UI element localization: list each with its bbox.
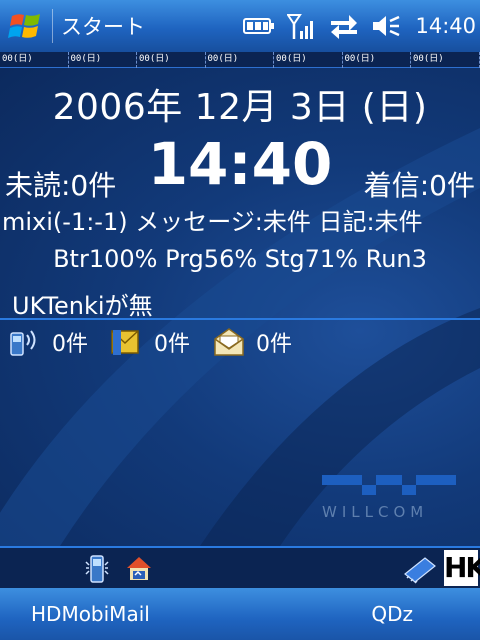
- willcom-logo-text: WILLCOM: [322, 503, 429, 521]
- status-clock[interactable]: 14:40: [415, 14, 476, 38]
- signal-strength-icon[interactable]: [287, 12, 317, 40]
- mms-item[interactable]: 0件: [110, 326, 190, 358]
- mms-icon: [111, 330, 139, 355]
- date-strip-cell: 00(日): [274, 52, 343, 68]
- missed-calls-item[interactable]: 0件: [8, 326, 88, 358]
- incoming-calls-count[interactable]: 着信:0件: [364, 164, 475, 204]
- section-divider: [0, 318, 480, 320]
- date-strip-cell: 00(日): [69, 52, 137, 68]
- date-strip-cell: 00(日): [0, 52, 69, 68]
- date-strip: 00(日) 00(日) 00(日) 00(日) 00(日) 00(日) 00(日…: [0, 52, 480, 68]
- window-title: スタート: [61, 15, 145, 39]
- status-icons: 14:40: [243, 0, 476, 52]
- battery-icon[interactable]: [243, 15, 275, 37]
- windows-logo-icon: [8, 14, 40, 38]
- mms-count: 0件: [154, 332, 190, 357]
- phone-tray-icon[interactable]: [84, 554, 110, 584]
- title-bar: スタート 14:40: [0, 0, 480, 52]
- clock-row: 14:40 未読:0件 着信:0件: [0, 130, 480, 202]
- email-icon: [214, 328, 244, 356]
- phone-signal-icon: [10, 330, 36, 356]
- memory-chip-icon[interactable]: [403, 554, 437, 584]
- weather-status[interactable]: UKTenkiが無: [12, 286, 153, 321]
- left-softkey[interactable]: HDMobiMail: [31, 602, 150, 626]
- notification-tray: HK: [0, 546, 480, 588]
- date-display[interactable]: 2006年 12月 3日 (日): [0, 78, 480, 130]
- message-counts: 0件 0件 0件: [8, 326, 314, 358]
- home-tray-icon[interactable]: [124, 554, 154, 584]
- mixi-status[interactable]: mixi(-1:-1) メッセージ:未件 日記:未件: [2, 202, 423, 237]
- start-button[interactable]: [0, 0, 46, 52]
- email-item[interactable]: 0件: [212, 326, 292, 358]
- connection-arrows-icon[interactable]: [329, 13, 359, 39]
- softkey-bar: HDMobiMail QDz: [0, 588, 480, 640]
- date-strip-cell: 00(日): [411, 52, 480, 68]
- date-strip-cell: 00(日): [137, 52, 206, 68]
- date-strip-cell: 00(日): [343, 52, 411, 68]
- right-softkey[interactable]: QDz: [371, 602, 413, 626]
- willcom-logo: WILLCOM: [322, 475, 456, 521]
- speaker-muted-icon[interactable]: [371, 13, 401, 39]
- missed-calls-count: 0件: [52, 332, 88, 357]
- email-count: 0件: [256, 332, 292, 357]
- willcom-logo-mark: [322, 475, 456, 495]
- title-separator: [52, 9, 53, 43]
- system-status[interactable]: Btr100% Prg56% Stg71% Run3: [0, 245, 480, 273]
- hk-icon[interactable]: HK: [444, 550, 480, 586]
- unread-count[interactable]: 未読:0件: [5, 164, 116, 204]
- today-screen: 2006年 12月 3日 (日) 14:40 未読:0件 着信:0件 mixi(…: [0, 68, 480, 546]
- date-strip-cell: 00(日): [206, 52, 274, 68]
